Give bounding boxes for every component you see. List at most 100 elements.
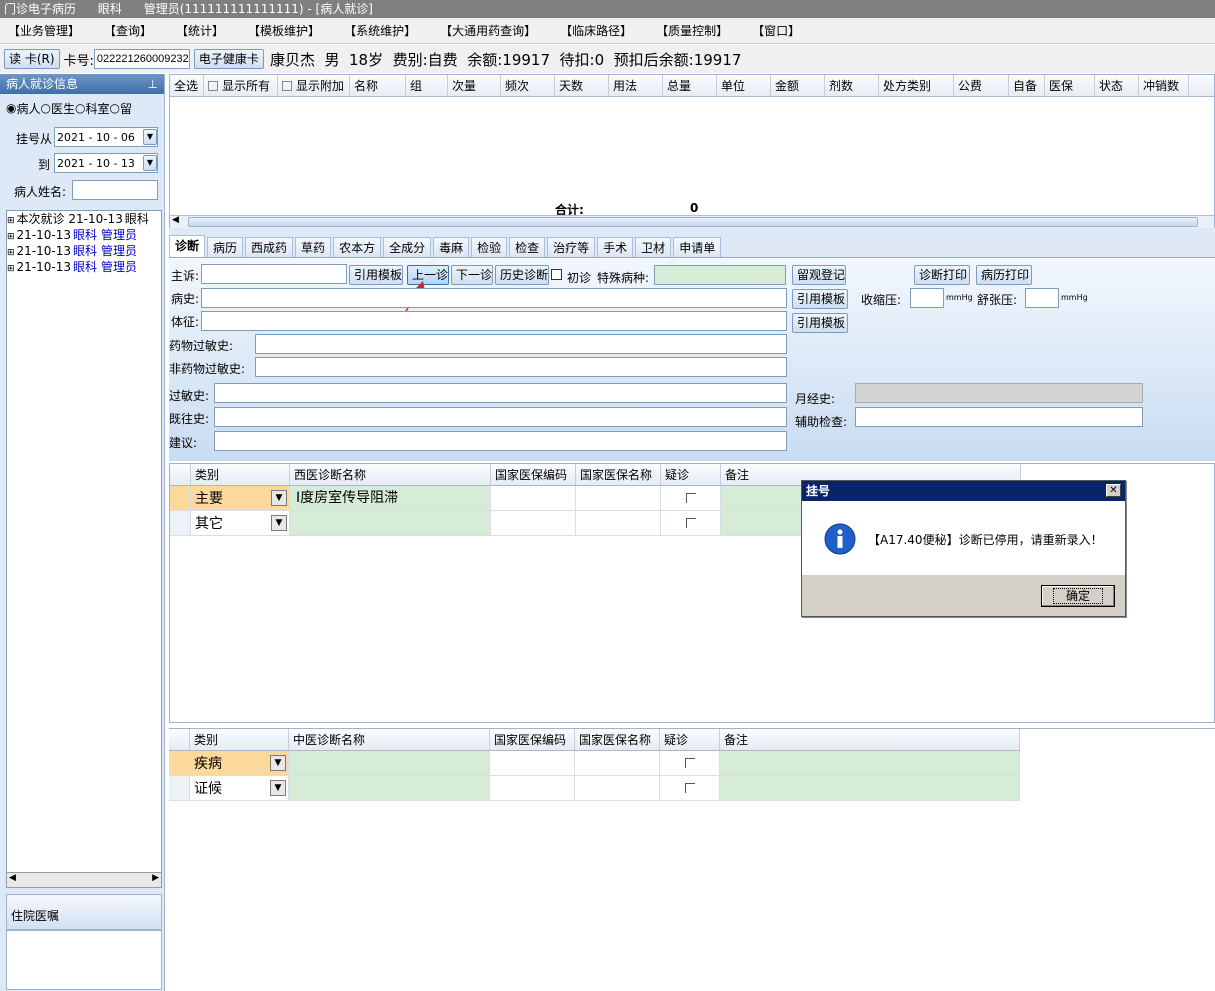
tab-lab[interactable]: 检验 (471, 237, 508, 257)
checkbox-icon[interactable] (685, 493, 696, 503)
name-cell[interactable] (575, 776, 660, 800)
menu-stats[interactable]: 【统计】 (176, 22, 224, 39)
history-input[interactable] (201, 288, 787, 308)
checkbox-icon[interactable] (282, 80, 292, 91)
tab-request[interactable]: 申请单 (673, 237, 722, 257)
menu-clinical-path[interactable]: 【临床路径】 (560, 22, 632, 39)
aux-exam-input[interactable] (855, 407, 1143, 427)
table-row[interactable]: 证候 ▼ (169, 776, 1020, 801)
row-selector[interactable] (170, 511, 191, 535)
col-header[interactable]: 次量 (448, 75, 501, 96)
nondrug-allergy-input[interactable] (255, 357, 787, 377)
chevron-down-icon[interactable]: ▼ (143, 129, 157, 145)
radio-dept[interactable]: ○ (75, 101, 85, 115)
ok-button[interactable]: 确定 (1041, 585, 1115, 607)
special-disease-input[interactable] (654, 265, 786, 285)
close-icon[interactable]: ✕ (1106, 484, 1121, 497)
expand-icon[interactable]: ⊞ (7, 232, 15, 242)
inpatient-order-header[interactable]: 住院医嘱 (6, 894, 162, 930)
show-extra-toggle[interactable]: 显示附加 (278, 75, 350, 96)
order-grid-hscrollbar[interactable]: ◀ (170, 215, 1214, 228)
radio-patient[interactable]: ◉ (6, 101, 16, 115)
name-cell[interactable] (575, 751, 660, 775)
code-cell[interactable] (490, 751, 575, 775)
record-print-button[interactable]: 病历打印 (976, 265, 1032, 285)
splitter[interactable] (169, 228, 1215, 236)
suspect-checkbox[interactable] (661, 486, 721, 510)
col-header[interactable]: 公费 (954, 75, 1009, 96)
code-cell[interactable] (491, 511, 576, 535)
menu-template[interactable]: 【模板维护】 (248, 22, 320, 39)
menu-quality[interactable]: 【质量控制】 (656, 22, 728, 39)
ehealth-card-button[interactable]: 电子健康卡 (193, 49, 264, 69)
tree-item[interactable]: ⊞ 21-10-13 眼科 管理员 (7, 260, 161, 276)
col-header[interactable]: 组 (406, 75, 448, 96)
col-header[interactable]: 中医诊断名称 (289, 729, 490, 750)
type-select[interactable]: 其它 ▼ (191, 511, 290, 535)
tree-hscrollbar[interactable]: ◀ ▶ (6, 872, 162, 888)
tree-item[interactable]: ⊞ 21-10-13 眼科 管理员 (7, 228, 161, 244)
expand-icon[interactable]: ⊞ (7, 248, 15, 258)
scroll-thumb[interactable] (188, 217, 1198, 227)
checkbox-icon[interactable] (684, 783, 695, 793)
row-selector[interactable] (169, 751, 190, 775)
chevron-down-icon[interactable]: ▼ (271, 490, 287, 506)
ref-template-button[interactable]: 引用模板 (349, 265, 403, 285)
diastolic-input[interactable] (1025, 288, 1059, 308)
menu-window[interactable]: 【窗口】 (752, 22, 800, 39)
col-header[interactable]: 金额 (771, 75, 825, 96)
col-header[interactable]: 自备 (1009, 75, 1045, 96)
radio-stay[interactable]: ○ (110, 101, 120, 115)
observe-register-button[interactable]: 留观登记 (792, 265, 846, 285)
checkbox-icon[interactable] (208, 80, 218, 91)
tab-narcotics[interactable]: 毒麻 (433, 237, 470, 257)
menu-drug-query[interactable]: 【大通用药查询】 (440, 22, 536, 39)
tab-full-ingredient[interactable]: 全成分 (383, 237, 432, 257)
type-select[interactable]: 证候 ▼ (190, 776, 289, 800)
col-header[interactable]: 国家医保名称 (576, 464, 661, 485)
ref-template-button[interactable]: 引用模板 (792, 289, 848, 309)
select-all-header[interactable]: 全选 (170, 75, 204, 96)
col-header[interactable]: 频次 (501, 75, 555, 96)
first-visit-checkbox[interactable] (551, 269, 562, 280)
scroll-left-icon[interactable]: ◀ (172, 215, 179, 225)
col-header[interactable]: 备注 (720, 729, 1020, 750)
suspect-checkbox[interactable] (660, 776, 720, 800)
diagnosis-name-cell[interactable]: Ⅰ度房室传导阻滞 (290, 486, 491, 510)
checkbox-icon[interactable] (684, 758, 695, 768)
tab-exam[interactable]: 检查 (509, 237, 546, 257)
advice-input[interactable] (214, 431, 787, 451)
card-number-input[interactable] (93, 49, 190, 69)
code-cell[interactable] (490, 776, 575, 800)
checkbox-icon[interactable] (685, 518, 696, 528)
patient-name-input[interactable] (72, 180, 158, 200)
diagnosis-name-cell[interactable] (289, 776, 490, 800)
col-header[interactable]: 单位 (717, 75, 771, 96)
type-select[interactable]: 主要 ▼ (191, 486, 290, 510)
type-select[interactable]: 疾病 ▼ (190, 751, 289, 775)
table-row[interactable]: 疾病 ▼ (169, 751, 1020, 776)
remark-cell[interactable] (720, 751, 1020, 775)
tab-supplies[interactable]: 卫材 (635, 237, 672, 257)
expand-icon[interactable]: ⊞ (7, 216, 15, 226)
read-card-button[interactable]: 读 卡(R) (4, 49, 60, 69)
tab-surgery[interactable]: 手术 (597, 237, 634, 257)
chevron-down-icon[interactable]: ▼ (270, 780, 286, 796)
history-diagnosis-button[interactable]: 历史诊断 (495, 265, 549, 285)
expand-icon[interactable]: ⊞ (7, 264, 15, 274)
tab-western-med[interactable]: 西成药 (245, 237, 294, 257)
col-header[interactable]: 类别 (190, 729, 289, 750)
tab-herbal[interactable]: 草药 (295, 237, 332, 257)
menu-query[interactable]: 【查询】 (104, 22, 152, 39)
drug-allergy-input[interactable] (255, 334, 787, 354)
col-header[interactable]: 冲销数 (1139, 75, 1189, 96)
col-header[interactable]: 国家医保名称 (575, 729, 660, 750)
row-selector[interactable] (169, 776, 190, 800)
signs-input[interactable] (201, 311, 787, 331)
diagnosis-print-button[interactable]: 诊断打印 (914, 265, 970, 285)
col-header[interactable]: 国家医保编码 (490, 729, 575, 750)
scroll-right-icon[interactable]: ▶ (152, 873, 159, 883)
tab-diagnosis[interactable]: 诊断 (169, 235, 206, 257)
suspect-checkbox[interactable] (661, 511, 721, 535)
reg-from-date[interactable]: 2021 - 10 - 06 ▼ (54, 127, 158, 147)
